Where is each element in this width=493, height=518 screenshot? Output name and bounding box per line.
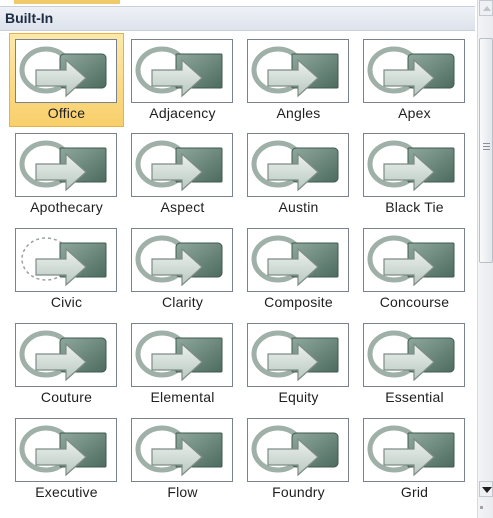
gallery-item-grid[interactable]: Grid [357, 412, 472, 506]
gallery-item-label: Equity [278, 389, 319, 405]
gallery-item-label: Civic [50, 294, 83, 310]
effect-preview-thumbnail [247, 228, 349, 292]
gallery-item-label: Grid [400, 484, 429, 500]
gallery-item-label: Essential [385, 389, 444, 405]
effect-preview-thumbnail [363, 228, 465, 292]
effect-preview-icon [367, 425, 455, 477]
gallery-item-austin[interactable]: Austin [241, 127, 356, 221]
effect-preview-thumbnail [131, 39, 233, 103]
effect-preview-icon [251, 235, 339, 287]
effect-preview-icon [367, 140, 455, 192]
scroll-up-button[interactable] [479, 0, 493, 16]
effect-preview-icon [19, 425, 107, 477]
effect-preview-icon [135, 140, 223, 192]
effect-preview-icon [251, 46, 339, 98]
effect-preview-icon [367, 330, 455, 382]
scroll-down-button[interactable] [479, 481, 493, 497]
gallery-item-essential[interactable]: Essential [357, 317, 472, 411]
effect-preview-icon [251, 330, 339, 382]
effect-preview-thumbnail [131, 323, 233, 387]
effect-preview-icon [367, 235, 455, 287]
effect-preview-icon [367, 46, 455, 98]
effects-gallery-panel: Built-In Office Adjacency Angles Apex Apothe… [0, 0, 475, 518]
effect-preview-thumbnail [15, 39, 117, 103]
gallery-item-label: Office [47, 105, 86, 121]
effect-preview-icon [19, 46, 107, 98]
header-accent-strip [14, 0, 120, 4]
effect-preview-icon [21, 237, 107, 287]
gallery-item-flow[interactable]: Flow [125, 412, 240, 506]
resize-grip-icon[interactable] [480, 506, 483, 509]
gallery-item-label: Black Tie [385, 199, 444, 215]
gallery-item-executive[interactable]: Executive [9, 412, 124, 506]
effect-preview-icon [135, 46, 223, 98]
gallery-item-label: Foundry [272, 484, 325, 500]
gallery-item-label: Composite [264, 294, 333, 310]
effect-preview-thumbnail [15, 323, 117, 387]
gallery-item-label: Clarity [161, 294, 204, 310]
gallery-item-apothecary[interactable]: Apothecary [9, 127, 124, 221]
gallery-item-aspect[interactable]: Aspect [125, 127, 240, 221]
section-title: Built-In [5, 10, 54, 26]
gallery-item-foundry[interactable]: Foundry [241, 412, 356, 506]
gallery-item-label: Couture [40, 389, 93, 405]
scrollbar-thumb[interactable] [479, 38, 493, 263]
gallery-item-label: Concourse [379, 294, 450, 310]
effect-preview-thumbnail [247, 323, 349, 387]
gallery-item-label: Executive [35, 484, 98, 500]
effect-preview-icon [135, 425, 223, 477]
gallery-item-label: Adjacency [149, 105, 216, 121]
effect-preview-icon [19, 140, 107, 192]
effect-preview-thumbnail [363, 39, 465, 103]
gallery-item-label: Flow [167, 484, 198, 500]
gallery-item-adjacency[interactable]: Adjacency [125, 33, 240, 127]
gallery-item-concourse[interactable]: Concourse [357, 222, 472, 316]
effect-preview-thumbnail [131, 228, 233, 292]
gallery-item-clarity[interactable]: Clarity [125, 222, 240, 316]
gallery-item-label: Apothecary [30, 199, 103, 215]
gallery-item-civic[interactable]: Civic [9, 222, 124, 316]
gallery-item-label: Aspect [160, 199, 205, 215]
gallery-item-label: Apex [398, 105, 431, 121]
effect-preview-thumbnail [363, 133, 465, 197]
gallery-item-couture[interactable]: Couture [9, 317, 124, 411]
gallery-item-composite[interactable]: Composite [241, 222, 356, 316]
effect-preview-icon [135, 330, 223, 382]
gallery-item-elemental[interactable]: Elemental [125, 317, 240, 411]
scroll-down-arrow-icon [482, 487, 492, 493]
effect-preview-icon [135, 235, 223, 287]
gallery-item-angles[interactable]: Angles [241, 33, 356, 127]
effect-preview-thumbnail [363, 323, 465, 387]
section-header: Built-In [0, 6, 475, 31]
gallery-item-label: Austin [278, 199, 319, 215]
effect-preview-thumbnail [15, 133, 117, 197]
effect-preview-thumbnail [15, 418, 117, 482]
gallery-item-black-tie[interactable]: Black Tie [357, 127, 472, 221]
effect-preview-thumbnail [247, 133, 349, 197]
effect-preview-thumbnail [247, 39, 349, 103]
effect-preview-thumbnail [131, 418, 233, 482]
effect-preview-thumbnail [363, 418, 465, 482]
gallery-item-office[interactable]: Office [9, 33, 124, 127]
effect-preview-thumbnail [247, 418, 349, 482]
effect-preview-icon [251, 425, 339, 477]
effect-preview-thumbnail [131, 133, 233, 197]
gallery-item-apex[interactable]: Apex [357, 33, 472, 127]
vertical-scrollbar[interactable] [477, 0, 493, 518]
theme-effects-grid: Office Adjacency Angles Apex Apothecary Aspec… [9, 33, 477, 518]
effect-preview-icon [251, 140, 339, 192]
scroll-up-arrow-icon [483, 6, 491, 11]
gallery-item-label: Elemental [150, 389, 215, 405]
effect-preview-icon [19, 330, 107, 382]
gallery-item-equity[interactable]: Equity [241, 317, 356, 411]
gallery-item-label: Angles [276, 105, 321, 121]
effect-preview-thumbnail [15, 228, 117, 292]
